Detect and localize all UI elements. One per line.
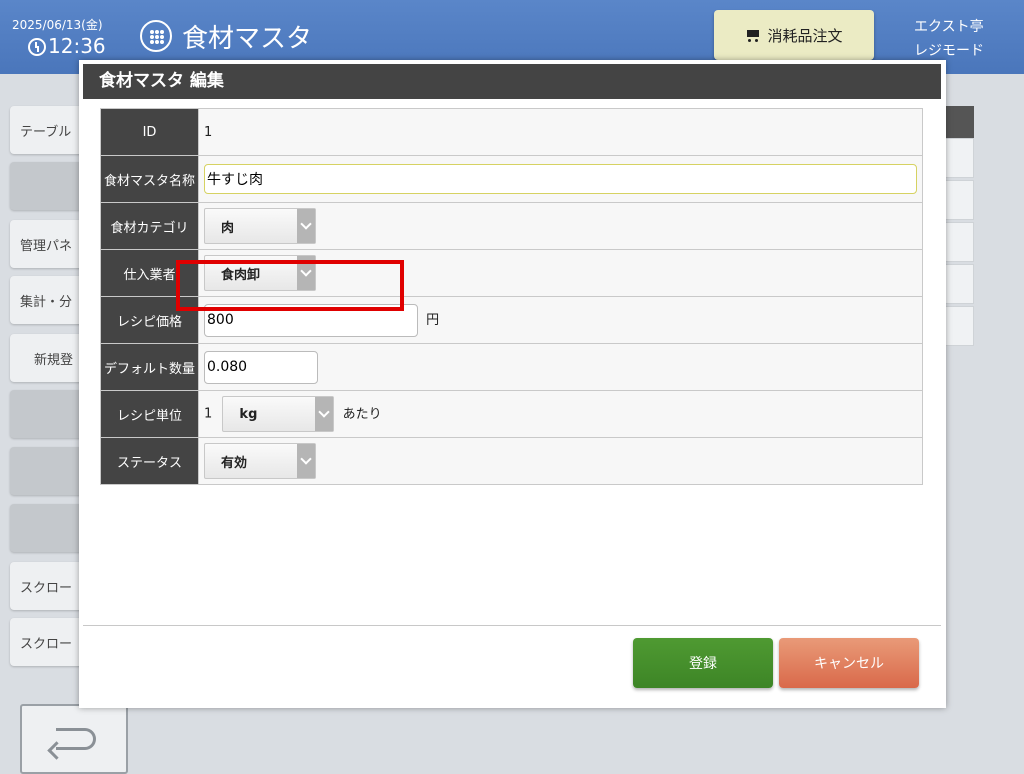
back-button[interactable] <box>20 704 128 774</box>
recipe-price-label: レシピ価格 <box>100 296 199 344</box>
edit-form: ID 1 食材マスタ名称 食材カテゴリ 肉 仕入業者 食肉卸 <box>100 108 923 485</box>
form-row-id: ID 1 <box>100 108 923 156</box>
side-menu-item[interactable]: 集計・分 <box>10 276 90 324</box>
cancel-button[interactable]: キャンセル <box>779 638 919 688</box>
form-row-supplier: 仕入業者 食肉卸 <box>100 249 923 297</box>
category-selected: 肉 <box>221 220 235 236</box>
side-menu-item[interactable]: テーブル <box>10 106 90 154</box>
recipe-unit-select[interactable]: kg <box>222 396 335 432</box>
chevron-down-icon <box>315 397 334 431</box>
category-select[interactable]: 肉 <box>204 208 316 244</box>
clock-icon <box>28 38 46 56</box>
side-menu-item[interactable]: 新規登 <box>10 334 90 382</box>
recipe-unit-selected: kg <box>239 406 258 422</box>
side-menu-item[interactable] <box>10 162 90 210</box>
id-label: ID <box>100 108 199 156</box>
side-menu-item[interactable]: スクロー <box>10 618 90 666</box>
form-row-default-qty: デフォルト数量 <box>100 343 923 391</box>
form-row-status: ステータス 有効 <box>100 437 923 485</box>
side-menu-item[interactable] <box>10 504 90 552</box>
id-value: 1 <box>198 108 923 156</box>
side-menu-item[interactable] <box>10 447 90 495</box>
category-label: 食材カテゴリ <box>100 202 199 250</box>
dialog-title: 食材マスタ 編集 <box>83 64 941 99</box>
form-row-recipe-price: レシピ価格 円 <box>100 296 923 344</box>
status-select[interactable]: 有効 <box>204 443 316 479</box>
register-button[interactable]: 登録 <box>633 638 773 688</box>
name-label: 食材マスタ名称 <box>100 155 199 203</box>
footer-divider <box>83 625 941 626</box>
mode-label: レジモード <box>914 43 984 59</box>
table-header-edge <box>944 106 974 138</box>
yen-unit: 円 <box>426 312 440 328</box>
edit-dialog: 食材マスタ 編集 ID 1 食材マスタ名称 食材カテゴリ 肉 仕入業者 <box>79 60 946 708</box>
default-qty-input[interactable] <box>204 350 318 384</box>
order-supplies-label: 消耗品注文 <box>767 26 843 45</box>
form-row-name: 食材マスタ名称 <box>100 155 923 203</box>
cart-icon <box>745 28 761 42</box>
chevron-down-icon <box>297 444 315 478</box>
form-row-category: 食材カテゴリ 肉 <box>100 202 923 250</box>
menu-grid-icon[interactable] <box>140 20 172 52</box>
table-row-edge <box>944 138 974 178</box>
supplier-selected: 食肉卸 <box>221 267 261 283</box>
chevron-down-icon <box>297 256 315 290</box>
name-input[interactable] <box>204 164 917 194</box>
chevron-down-icon <box>297 209 315 243</box>
table-row-edge <box>944 264 974 304</box>
side-menu-item[interactable] <box>10 390 90 438</box>
current-date: 2025/06/13(金) <box>12 18 103 32</box>
order-supplies-button[interactable]: 消耗品注文 <box>714 10 874 60</box>
recipe-price-input[interactable] <box>204 303 418 337</box>
default-qty-label: デフォルト数量 <box>100 343 199 391</box>
status-selected: 有効 <box>221 455 248 471</box>
recipe-unit-label: レシピ単位 <box>100 390 199 438</box>
current-time: 12:36 <box>48 34 106 58</box>
side-menu-item[interactable]: 管理パネ <box>10 220 90 268</box>
table-row-edge <box>944 180 974 220</box>
form-row-recipe-unit: レシピ単位 1 kg あたり <box>100 390 923 438</box>
status-label: ステータス <box>100 437 199 485</box>
table-row-edge <box>944 222 974 262</box>
store-name: エクスト亭 <box>914 19 984 35</box>
app-title: 食材マスタ <box>182 24 313 54</box>
supplier-label: 仕入業者 <box>100 249 199 297</box>
recipe-unit-prefix: 1 <box>204 406 213 422</box>
table-row-edge <box>944 306 974 346</box>
supplier-select[interactable]: 食肉卸 <box>204 255 316 291</box>
side-menu-item[interactable]: スクロー <box>10 562 90 610</box>
back-arrow-icon <box>56 728 96 750</box>
recipe-unit-suffix: あたり <box>342 406 382 422</box>
